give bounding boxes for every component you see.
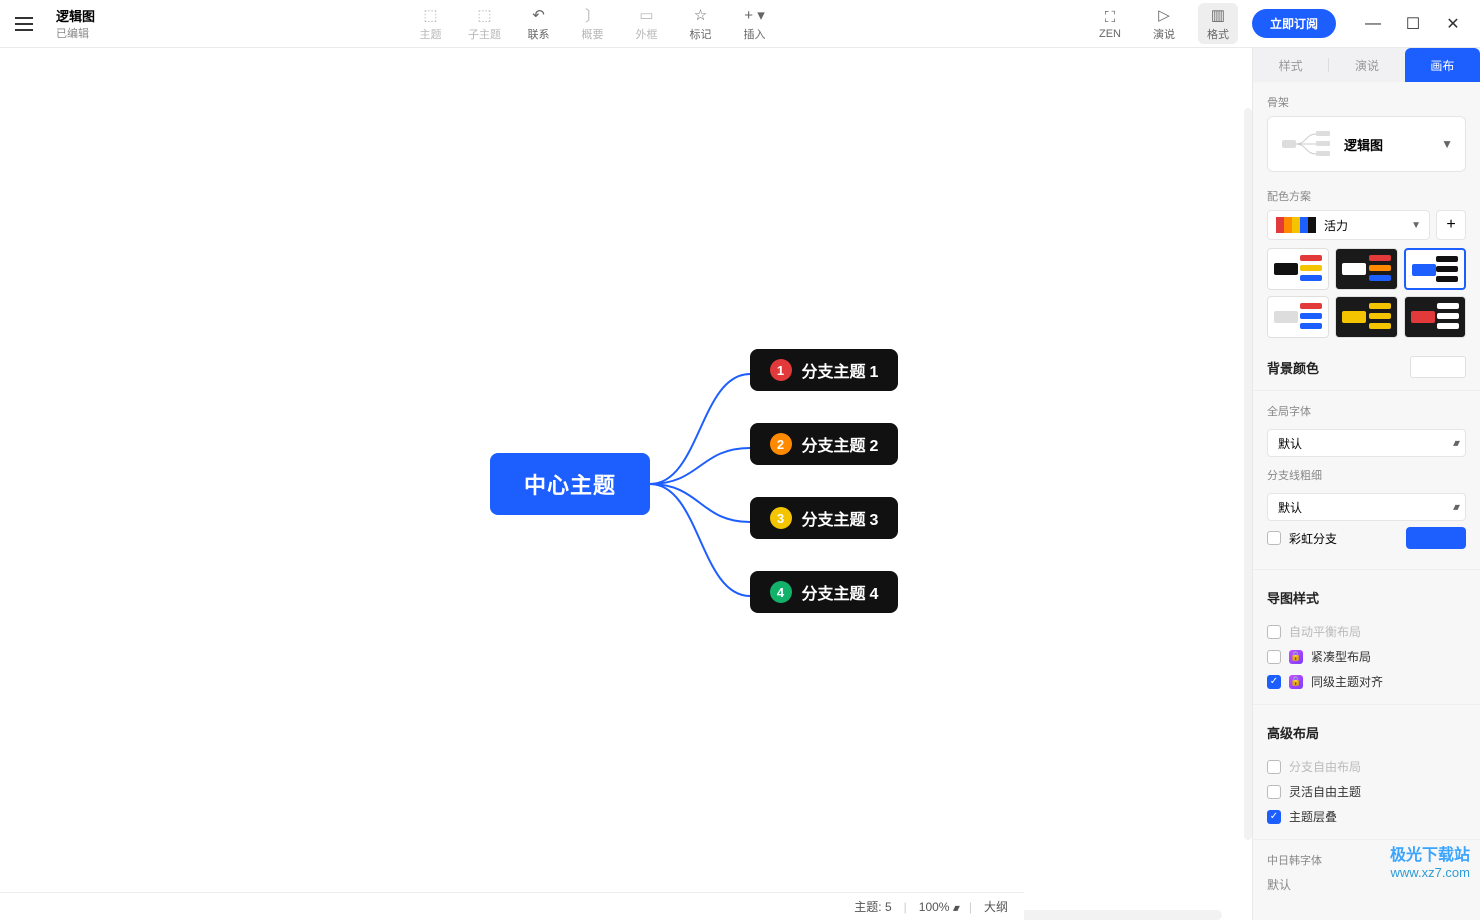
file-title: 逻辑图 [56, 6, 95, 25]
format-panel: 样式 演说 画布 骨架 逻辑图 ▼ 配色方案 [1252, 48, 1480, 920]
rainbow-preview[interactable] [1406, 527, 1466, 549]
cb-align-siblings[interactable]: ✓ [1267, 675, 1281, 689]
background-row: 背景颜色 [1267, 356, 1466, 378]
topic-count-label: 主题: 5 [854, 898, 891, 915]
global-font-select[interactable]: 默认▴▾ [1267, 429, 1466, 457]
plus-icon: + ▾ [744, 5, 764, 25]
window-close[interactable]: ✕ [1446, 17, 1460, 31]
toolbar-center: ⬚主题 ⬚子主题 ↶联系 〕概要 ▭外框 ☆标记 + ▾插入 [95, 5, 1090, 42]
background-color-swatch[interactable] [1410, 356, 1466, 378]
format-icon: ▥ [1211, 5, 1225, 25]
rainbow-row: 彩虹分支 [1253, 521, 1480, 563]
subscribe-button[interactable]: 立即订阅 [1252, 9, 1336, 38]
lock-icon: 🔒 [1289, 650, 1303, 664]
row-align-siblings[interactable]: ✓🔒同级主题对齐 [1253, 669, 1480, 694]
branch-topic-2[interactable]: 2 分支主题2 [750, 423, 898, 465]
boundary-icon: ▭ [639, 5, 653, 25]
tb-summary[interactable]: 〕概要 [573, 5, 613, 42]
window-controls: — ☐ ✕ [1366, 17, 1460, 31]
cb-free-branch [1267, 760, 1281, 774]
app-root: 逻辑图 已编辑 ⬚主题 ⬚子主题 ↶联系 〕概要 ▭外框 ☆标记 + ▾插入 ⛶… [0, 0, 1480, 920]
tb-zen[interactable]: ⛶ZEN [1090, 7, 1130, 40]
badge-2: 2 [770, 433, 792, 455]
section-skeleton: 骨架 逻辑图 ▼ [1253, 82, 1480, 176]
badge-1: 1 [770, 359, 792, 381]
row-overlap[interactable]: ✓主题层叠 [1253, 804, 1480, 829]
tb-relation[interactable]: ↶联系 [519, 5, 559, 42]
menu-button[interactable] [0, 17, 48, 31]
topic-icon: ⬚ [423, 5, 437, 25]
scheme-thumb-1[interactable] [1267, 248, 1329, 290]
branch-weight-select[interactable]: 默认▴▾ [1267, 493, 1466, 521]
lock-icon: 🔒 [1289, 675, 1303, 689]
cb-compact[interactable] [1267, 650, 1281, 664]
skeleton-select[interactable]: 逻辑图 ▼ [1267, 116, 1466, 172]
tb-pitch[interactable]: ▷演说 [1144, 5, 1184, 42]
zen-icon: ⛶ [1105, 7, 1116, 27]
toolbar-right: ⛶ZEN ▷演说 ▥格式 立即订阅 [1090, 3, 1336, 44]
star-icon: ☆ [694, 5, 707, 25]
branch-topic-4[interactable]: 4 分支主题4 [750, 571, 898, 613]
row-free-topic[interactable]: 灵活自由主题 [1253, 779, 1480, 804]
canvas[interactable]: 中心主题 1 分支主题1 2 分支主题2 3 分支主题3 [0, 48, 1252, 920]
row-compact[interactable]: 🔒紧凑型布局 [1253, 644, 1480, 669]
central-topic[interactable]: 中心主题 [490, 453, 650, 515]
titlebar: 逻辑图 已编辑 ⬚主题 ⬚子主题 ↶联系 〕概要 ▭外框 ☆标记 + ▾插入 ⛶… [0, 0, 1480, 48]
badge-4: 4 [770, 581, 792, 603]
chevron-down-icon: ▼ [1441, 137, 1453, 151]
cb-auto-balance [1267, 625, 1281, 639]
scheme-thumb-2[interactable] [1335, 248, 1397, 290]
tb-subtopic[interactable]: ⬚子主题 [465, 5, 505, 42]
scheme-thumb-4[interactable] [1267, 296, 1329, 338]
file-info: 逻辑图 已编辑 [56, 6, 95, 41]
chevron-down-icon: ▼ [1411, 220, 1421, 231]
scheme-thumb-6[interactable] [1404, 296, 1466, 338]
file-status: 已编辑 [56, 25, 95, 41]
cb-free-topic[interactable] [1267, 785, 1281, 799]
zoom-level[interactable]: 100% ▴▾ [919, 900, 957, 914]
cb-overlap[interactable]: ✓ [1267, 810, 1281, 824]
scheme-thumb-3[interactable] [1404, 248, 1466, 290]
tb-format[interactable]: ▥格式 [1198, 3, 1238, 44]
tb-topic[interactable]: ⬚主题 [411, 5, 451, 42]
play-icon: ▷ [1158, 5, 1170, 25]
branch-topic-1[interactable]: 1 分支主题1 [750, 349, 898, 391]
section-advanced: 高级布局 [1253, 711, 1480, 754]
window-minimize[interactable]: — [1366, 17, 1380, 31]
row-auto-balance: 自动平衡布局 [1253, 619, 1480, 644]
color-scheme-select[interactable]: 活力 ▼ [1267, 210, 1430, 240]
scheme-thumb-5[interactable] [1335, 296, 1397, 338]
row-free-branch: 分支自由布局 [1253, 754, 1480, 779]
scheme-thumbs [1267, 248, 1466, 338]
subtopic-icon: ⬚ [477, 5, 491, 25]
window-maximize[interactable]: ☐ [1406, 17, 1420, 31]
outline-toggle[interactable]: 大纲 [984, 898, 1008, 915]
section-mapstyle: 导图样式 [1253, 576, 1480, 619]
skeleton-preview-icon [1280, 129, 1332, 159]
badge-3: 3 [770, 507, 792, 529]
tab-pitch[interactable]: 演说 [1329, 57, 1404, 74]
branch-topic-3[interactable]: 3 分支主题3 [750, 497, 898, 539]
section-scheme: 配色方案 活力 ▼ + [1253, 176, 1480, 342]
tb-marker[interactable]: ☆标记 [681, 5, 721, 42]
cjk-font-value[interactable]: 默认 [1253, 876, 1480, 901]
relation-icon: ↶ [532, 5, 545, 25]
scheme-swatches [1276, 217, 1316, 233]
panel-tabs: 样式 演说 画布 [1253, 48, 1480, 82]
tab-canvas[interactable]: 画布 [1405, 48, 1480, 82]
tb-boundary[interactable]: ▭外框 [627, 5, 667, 42]
summary-icon: 〕 [585, 5, 600, 25]
body: 中心主题 1 分支主题1 2 分支主题2 3 分支主题3 [0, 48, 1480, 920]
tab-style[interactable]: 样式 [1253, 57, 1328, 74]
status-bar: 主题: 5 | 100% ▴▾ | 大纲 [0, 892, 1024, 920]
tb-insert[interactable]: + ▾插入 [735, 5, 775, 42]
rainbow-checkbox[interactable] [1267, 531, 1281, 545]
add-scheme-button[interactable]: + [1436, 210, 1466, 240]
